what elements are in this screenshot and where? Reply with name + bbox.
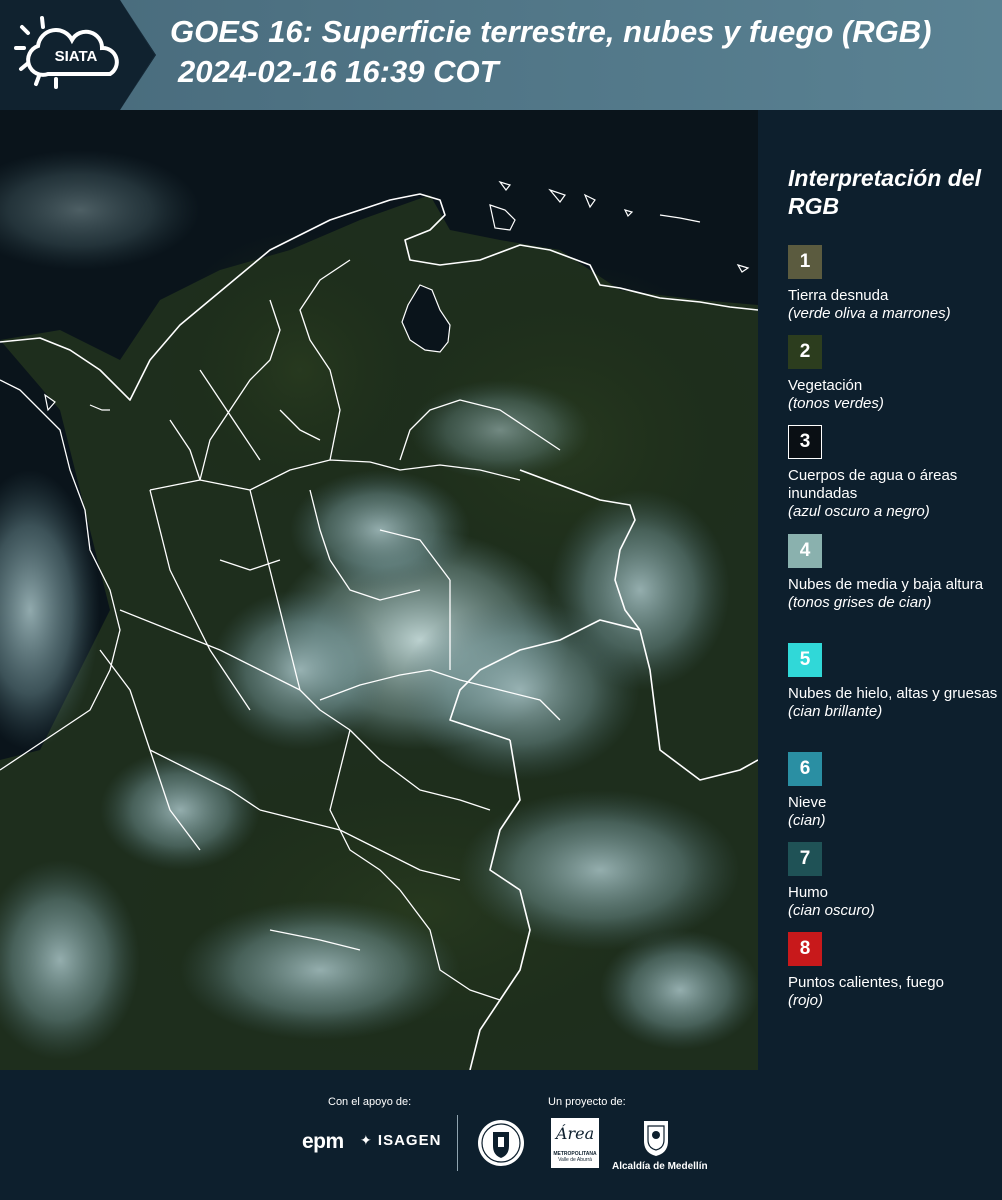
medellin-shield-icon	[644, 1121, 668, 1156]
university-seal-icon	[478, 1120, 524, 1166]
epm-logo: epm	[302, 1130, 344, 1153]
legend-label: Vegetación	[788, 377, 863, 394]
legend-item-smoke: 7 Humo (cian oscuro)	[788, 842, 998, 920]
support-label: Con el apoyo de:	[328, 1096, 412, 1108]
legend-note: (rojo)	[788, 992, 824, 1009]
legend-label: Nubes de hielo, altas y gruesas	[788, 685, 998, 702]
timestamp: 2024-02-16 16:39 COT	[178, 54, 499, 89]
legend-item-snow: 6 Nieve (cian)	[788, 752, 998, 830]
legend-swatch: 6	[788, 752, 822, 786]
satellite-image	[0, 110, 758, 1070]
legend-item-ice-clouds: 5 Nubes de hielo, altas y gruesas (cian …	[788, 643, 998, 721]
footer: Con el apoyo de: Un proyecto de: epm ✦ I…	[0, 1070, 1002, 1200]
legend-label: Nubes de media y baja altura	[788, 576, 984, 593]
legend-item-vegetation: 2 Vegetación (tonos verdes)	[788, 335, 998, 413]
isagen-logo: ✦ ISAGEN	[360, 1132, 441, 1149]
legend-label: Puntos calientes, fuego	[788, 974, 944, 991]
legend-note: (tonos verdes)	[788, 395, 884, 412]
legend-swatch: 5	[788, 643, 822, 677]
legend-swatch: 1	[788, 245, 822, 279]
legend-item-low-clouds: 4 Nubes de media y baja altura (tonos gr…	[788, 534, 998, 612]
legend-label: Humo	[788, 884, 829, 901]
isagen-text: ISAGEN	[377, 1132, 442, 1149]
amva-logo: Área METROPOLITANA Valle de Aburrá	[551, 1118, 599, 1168]
legend-label: Tierra desnuda	[788, 287, 889, 304]
legend-title: Interpretación del RGB	[788, 165, 981, 219]
legend-label: Cuerpos de agua o áreas inundadas	[788, 467, 958, 502]
alcaldia-label: Alcaldía de Medellín	[612, 1161, 708, 1172]
legend-swatch: 8	[788, 932, 822, 966]
logo-text: SIATA	[55, 48, 98, 65]
amva-title: Área	[555, 1124, 595, 1143]
legend-swatch: 3	[788, 425, 822, 459]
legend-note: (tonos grises de cian)	[788, 594, 932, 611]
project-label: Un proyecto de:	[548, 1096, 626, 1108]
isagen-mark-icon: ✦	[360, 1132, 373, 1148]
page-title: GOES 16: Superficie terrestre, nubes y f…	[170, 14, 932, 49]
legend-item-water: 3 Cuerpos de agua o áreas inundadas (azu…	[788, 425, 998, 521]
legend-note: (verde oliva a marrones)	[788, 305, 951, 322]
satellite-map	[0, 110, 758, 1070]
legend-swatch: 4	[788, 534, 822, 568]
amva-region: Valle de Aburrá	[558, 1157, 592, 1163]
legend-panel: Interpretación del RGB 1 Tierra desnuda …	[758, 110, 1002, 1070]
siata-logo: SIATA	[14, 16, 119, 89]
header: SIATA GOES 16: Superficie terrestre, nub…	[0, 0, 1002, 110]
legend-note: (azul oscuro a negro)	[788, 503, 930, 520]
legend-label: Nieve	[788, 794, 827, 811]
legend-note: (cian)	[788, 812, 826, 829]
legend-swatch: 7	[788, 842, 822, 876]
legend-note: (cian brillante)	[788, 703, 883, 720]
legend-swatch: 2	[788, 335, 822, 369]
footer-divider	[457, 1115, 458, 1171]
legend-note: (cian oscuro)	[788, 902, 875, 919]
legend-item-fire: 8 Puntos calientes, fuego (rojo)	[788, 932, 998, 1010]
legend-item-bare-soil: 1 Tierra desnuda (verde oliva a marrones…	[788, 245, 998, 323]
